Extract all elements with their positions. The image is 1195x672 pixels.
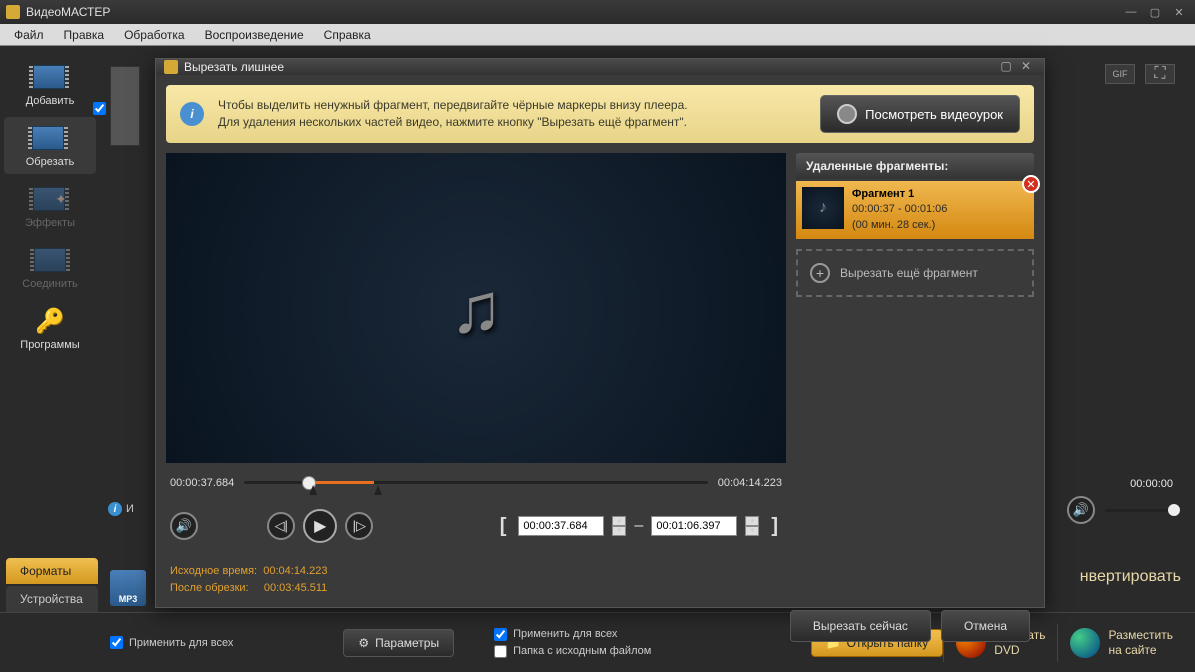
trim-dialog: Вырезать лишнее ▢ ✕ i Чтобы выделить нен…: [155, 58, 1045, 608]
main-volume-slider[interactable]: [1105, 509, 1175, 512]
file-list-item[interactable]: [110, 66, 140, 146]
in-time-input[interactable]: [518, 516, 604, 536]
menu-play[interactable]: Воспроизведение: [195, 25, 314, 45]
menu-edit[interactable]: Правка: [54, 25, 115, 45]
info-icon: i: [108, 502, 122, 516]
src-time-value: 00:04:14.223: [263, 565, 327, 577]
time-left: 00:00:37.684: [170, 477, 234, 489]
menubar: Файл Правка Обработка Воспроизведение Сп…: [0, 24, 1195, 46]
plus-icon: +: [810, 263, 830, 283]
info-text: И: [126, 503, 134, 515]
close-button[interactable]: ✕: [1169, 4, 1189, 20]
out-time-input[interactable]: [651, 516, 737, 536]
effects-label: Эффекты: [25, 217, 75, 229]
fragments-title: Удаленные фрагменты:: [796, 153, 1034, 179]
marker-end[interactable]: [374, 485, 382, 495]
main-volume-icon[interactable]: 🔊: [1067, 496, 1095, 524]
prev-frame-button[interactable]: ◁|: [267, 512, 295, 540]
trim-button[interactable]: ✂ Обрезать: [4, 117, 96, 174]
dialog-titlebar: Вырезать лишнее ▢ ✕: [156, 59, 1044, 75]
main-timestamp: 00:00:00: [1130, 478, 1173, 490]
effects-button[interactable]: ✦ Эффекты: [4, 178, 96, 235]
hint-bar: i Чтобы выделить ненужный фрагмент, пере…: [166, 85, 1034, 143]
file-checkbox[interactable]: [93, 102, 106, 115]
fullscreen-button[interactable]: ⛶: [1145, 64, 1175, 84]
timeline[interactable]: [244, 473, 708, 493]
programs-label: Программы: [20, 339, 79, 351]
cut-now-button[interactable]: Вырезать сейчас: [790, 610, 931, 642]
fragment-item[interactable]: ♪ Фрагмент 1 00:00:37 - 00:01:06 (00 мин…: [796, 181, 1034, 239]
dash: –: [634, 517, 643, 535]
menu-process[interactable]: Обработка: [114, 25, 195, 45]
trim-label: Обрезать: [26, 156, 75, 168]
app-title: ВидеоМАСТЕР: [26, 5, 1121, 19]
dialog-maximize[interactable]: ▢: [996, 59, 1016, 75]
video-preview[interactable]: ♫: [166, 153, 786, 463]
add-label: Добавить: [26, 95, 75, 107]
fragment-duration: (00 мин. 28 сек.): [852, 219, 935, 231]
join-button[interactable]: Соединить: [4, 239, 96, 296]
fragment-thumb-icon: ♪: [802, 187, 844, 229]
dialog-title: Вырезать лишнее: [184, 60, 996, 74]
video-lesson-button[interactable]: Посмотреть видеоурок: [820, 95, 1020, 133]
info-strip: i И: [108, 502, 134, 516]
globe-icon: [1070, 628, 1100, 658]
dialog-close[interactable]: ✕: [1016, 59, 1036, 75]
camera-icon: [837, 104, 857, 124]
convert-button-partial[interactable]: нвертировать: [1080, 568, 1181, 586]
dialog-logo-icon: [164, 60, 178, 74]
minimize-button[interactable]: —: [1121, 4, 1141, 20]
time-right: 00:04:14.223: [718, 477, 782, 489]
in-spinner[interactable]: ▴▾: [612, 516, 626, 536]
publish-site-button[interactable]: Разместитьна сайте: [1057, 624, 1185, 662]
fragment-range: 00:00:37 - 00:01:06: [852, 203, 947, 215]
volume-button[interactable]: 🔊: [170, 512, 198, 540]
music-note-icon: ♫: [450, 268, 503, 348]
format-mp3-icon[interactable]: MP3: [110, 570, 146, 606]
add-fragment-button[interactable]: + Вырезать ещё фрагмент: [796, 249, 1034, 297]
out-spinner[interactable]: ▴▾: [745, 516, 759, 536]
hint-line2: Для удаления нескольких частей видео, на…: [218, 114, 806, 131]
main-volume: 🔊: [1067, 496, 1175, 524]
maximize-button[interactable]: ▢: [1145, 4, 1165, 20]
play-button[interactable]: ▶: [303, 509, 337, 543]
menu-help[interactable]: Справка: [314, 25, 381, 45]
menu-file[interactable]: Файл: [4, 25, 54, 45]
set-out-button[interactable]: ]: [767, 515, 782, 538]
gif-button[interactable]: GIF: [1105, 64, 1135, 84]
set-in-button[interactable]: [: [496, 515, 511, 538]
fragment-delete-button[interactable]: ✕: [1022, 175, 1040, 193]
tab-formats[interactable]: Форматы: [6, 558, 98, 584]
join-label: Соединить: [22, 278, 78, 290]
cancel-button[interactable]: Отмена: [941, 610, 1030, 642]
next-frame-button[interactable]: |▷: [345, 512, 373, 540]
player-panel: ♫ 00:00:37.684 00:04:14.223 🔊 ◁| ▶ |▷: [166, 153, 786, 549]
fragment-name: Фрагмент 1: [852, 188, 914, 200]
programs-button[interactable]: 🔑 Программы: [4, 300, 96, 357]
tab-devices[interactable]: Устройства: [6, 586, 98, 612]
after-time-value: 00:03:45.511: [264, 582, 327, 594]
info-icon: i: [180, 102, 204, 126]
fragments-panel: Удаленные фрагменты: ♪ Фрагмент 1 00:00:…: [796, 153, 1034, 549]
add-button[interactable]: + Добавить: [4, 56, 96, 113]
left-sidebar: + Добавить ✂ Обрезать ✦ Эффекты Соединит…: [0, 46, 100, 612]
titlebar: ВидеоМАСТЕР — ▢ ✕: [0, 0, 1195, 24]
app-logo-icon: [6, 5, 20, 19]
hint-line1: Чтобы выделить ненужный фрагмент, передв…: [218, 97, 806, 114]
dialog-info: Исходное время: 00:04:14.223 После обрез…: [156, 559, 1044, 600]
